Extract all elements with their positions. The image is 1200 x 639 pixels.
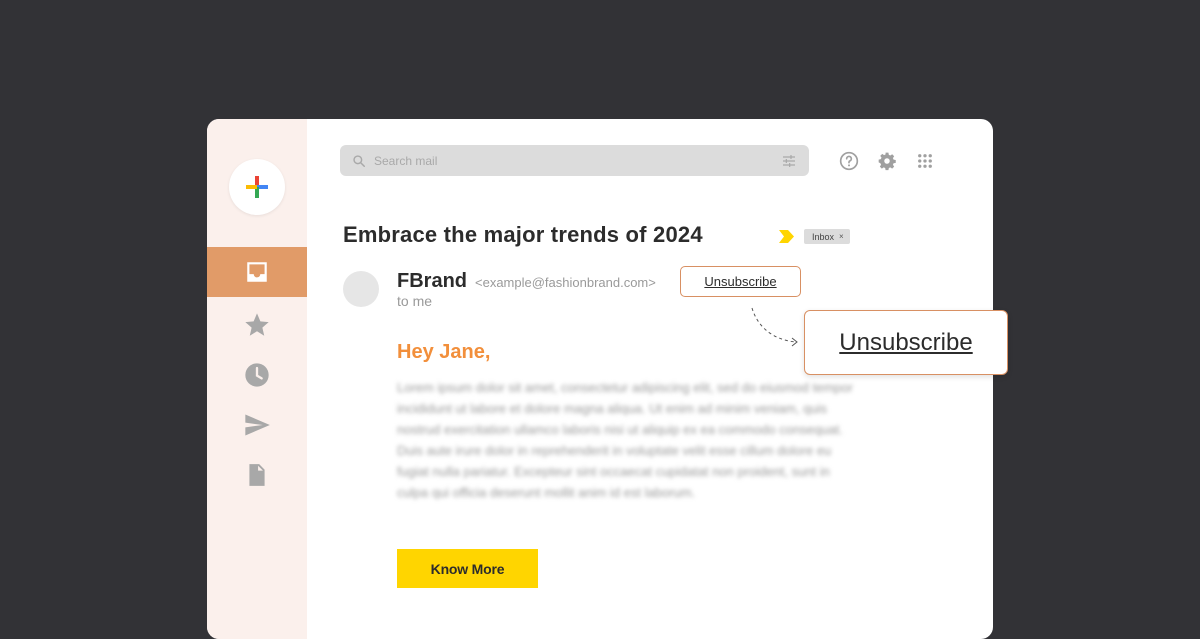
star-icon [245,313,269,336]
apps-grid-icon [918,154,932,168]
apps-button[interactable] [914,150,936,172]
sidebar [207,119,307,639]
sidebar-item-starred[interactable] [207,300,307,350]
callout-connector [751,307,798,347]
settings-button[interactable] [876,150,898,172]
importance-marker-icon[interactable] [779,230,794,243]
search-input[interactable] [374,153,781,168]
unsubscribe-link[interactable]: Unsubscribe [680,266,801,297]
plus-multicolor-icon [246,176,268,198]
compose-button[interactable] [229,159,285,215]
email-greeting: Hey Jane, [397,341,491,363]
sidebar-item-drafts[interactable] [207,450,307,500]
search-icon [353,154,365,167]
unsubscribe-callout[interactable]: Unsubscribe [804,310,1008,375]
sidebar-item-sent[interactable] [207,400,307,450]
sender-avatar [343,271,379,307]
email-subject: Embrace the major trends of 2024 [343,222,703,247]
sender-name: FBrand [397,270,467,292]
know-more-button[interactable]: Know More [397,549,538,588]
mail-window: Embrace the major trends of 2024 Inbox ×… [207,119,993,639]
recipient-label: to me [397,293,433,309]
help-button[interactable] [838,150,860,172]
email-body-text: Lorem ipsum dolor sit amet, consectetur … [397,380,853,500]
search-bar[interactable] [340,145,809,176]
clock-icon [245,363,269,387]
inbox-label-chip: Inbox × [804,229,850,244]
inbox-icon [247,262,267,282]
settings-icon [878,152,896,171]
send-icon [245,414,270,436]
sender-email: <example@fashionbrand.com> [475,275,656,290]
sidebar-item-snoozed[interactable] [207,350,307,400]
filter-sliders-icon[interactable] [781,153,797,169]
inbox-label-text: Inbox [812,231,835,242]
sidebar-item-inbox[interactable] [207,247,307,297]
remove-label-button[interactable]: × [839,232,844,241]
document-icon [249,464,265,486]
help-icon [839,151,859,171]
